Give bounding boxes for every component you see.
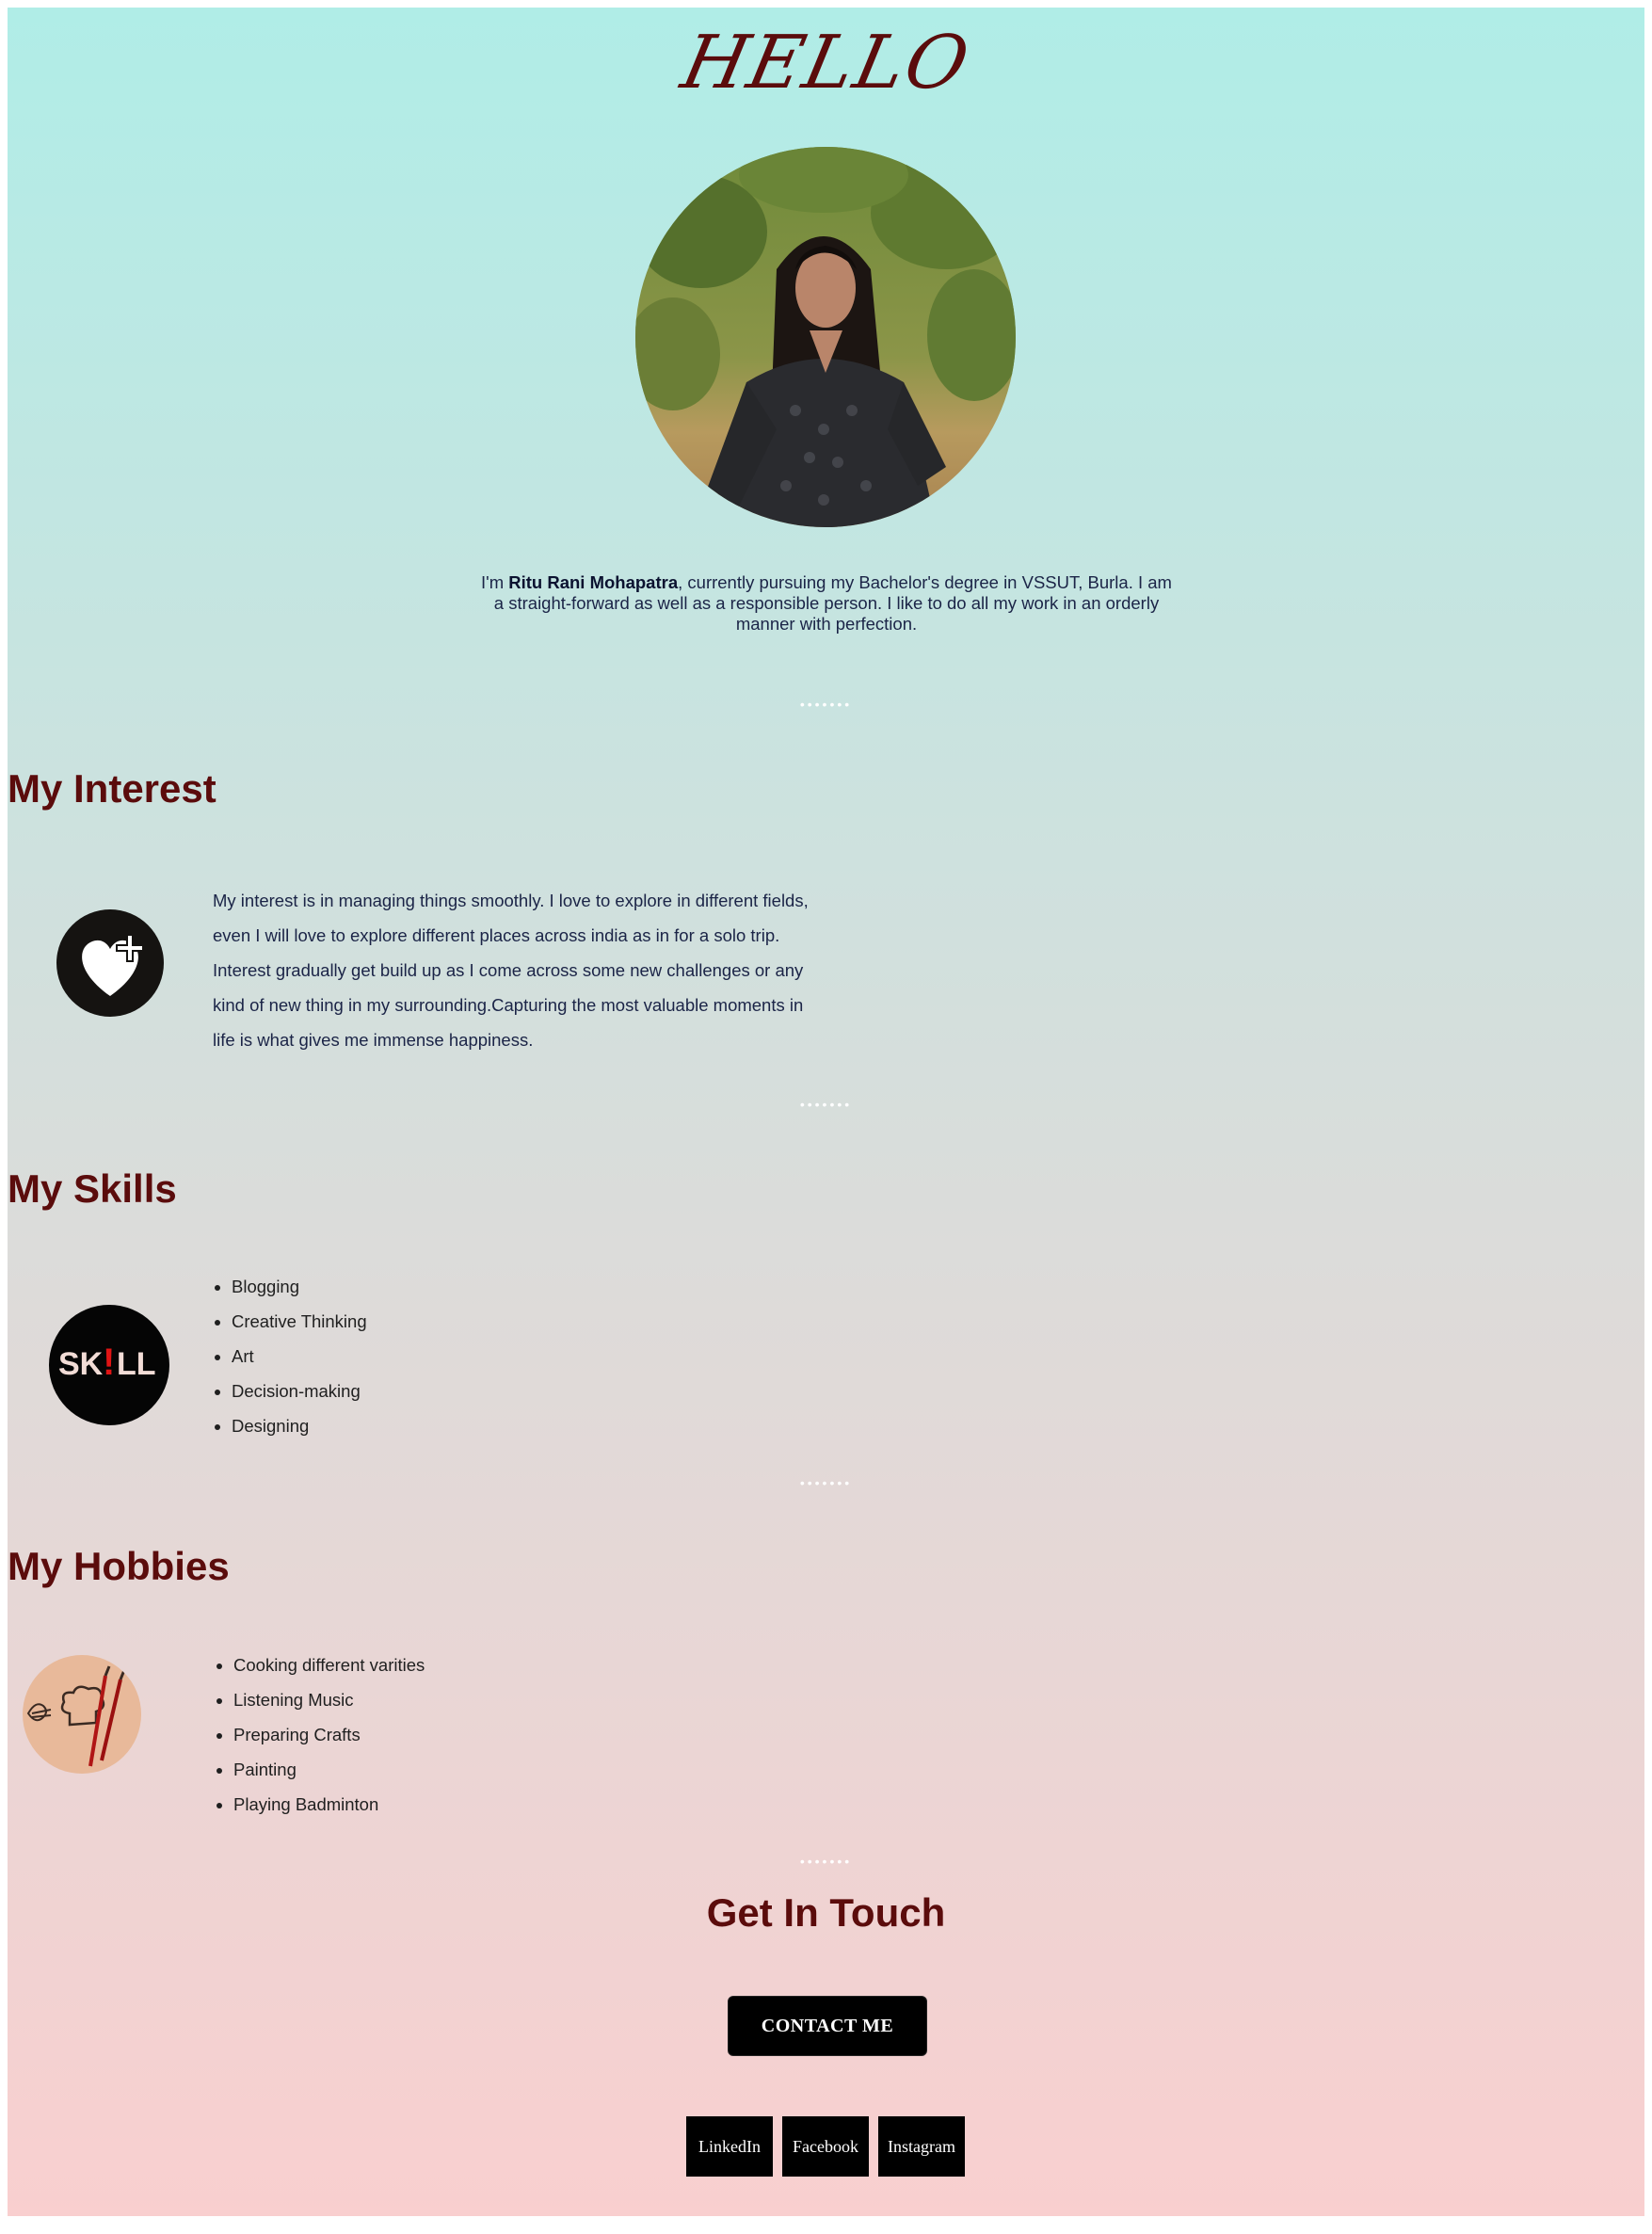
- instagram-button[interactable]: Instagram: [878, 2116, 965, 2177]
- interest-title: My Interest: [8, 766, 217, 811]
- section-divider: •••••••: [799, 1854, 853, 1869]
- skill-item: Art: [232, 1339, 367, 1374]
- skill-item: Designing: [232, 1408, 367, 1443]
- skill-badge-mark: !: [103, 1342, 115, 1383]
- skill-item: Decision-making: [232, 1374, 367, 1408]
- hobby-item: Preparing Crafts: [233, 1717, 425, 1752]
- intro-prefix: I'm: [481, 572, 509, 592]
- skill-item: Blogging: [232, 1269, 367, 1304]
- profile-photo: [635, 147, 1016, 527]
- facebook-button[interactable]: Facebook: [782, 2116, 869, 2177]
- section-divider: •••••••: [799, 697, 853, 712]
- linkedin-button[interactable]: LinkedIn: [686, 2116, 773, 2177]
- skill-item: Creative Thinking: [232, 1304, 367, 1339]
- hobbies-icon: [23, 1655, 141, 1774]
- hello-heading: HELLO: [674, 21, 978, 105]
- page: HELLO I'm Ritu Rani Mohapatra, currently…: [8, 8, 1644, 2216]
- hobby-item: Listening Music: [233, 1682, 425, 1717]
- hobby-item: Playing Badminton: [233, 1787, 425, 1822]
- intro-name: Ritu Rani Mohapatra: [508, 572, 679, 592]
- interest-text: My interest is in managing things smooth…: [213, 891, 809, 1050]
- skills-title: My Skills: [8, 1166, 177, 1211]
- skill-badge-icon: SK ! LL: [49, 1305, 169, 1425]
- hobby-item: Painting: [233, 1752, 425, 1787]
- hobbies-list: Cooking different varitiesListening Musi…: [215, 1647, 425, 1822]
- skill-badge-text-left: SK: [58, 1346, 104, 1382]
- hobbies-title: My Hobbies: [8, 1544, 230, 1588]
- hobby-item: Cooking different varities: [233, 1647, 425, 1682]
- skill-badge-text-right: LL: [117, 1346, 156, 1382]
- skills-list: BloggingCreative ThinkingArtDecision-mak…: [213, 1269, 367, 1443]
- intro-text: I'm Ritu Rani Mohapatra, currently pursu…: [476, 572, 1177, 635]
- section-divider: •••••••: [799, 1475, 853, 1490]
- contact-me-button[interactable]: CONTACT ME: [728, 1996, 927, 2056]
- section-divider: •••••••: [799, 1097, 853, 1112]
- get-in-touch-title: Get In Touch: [706, 1890, 946, 1935]
- heart-plus-icon: [56, 909, 164, 1017]
